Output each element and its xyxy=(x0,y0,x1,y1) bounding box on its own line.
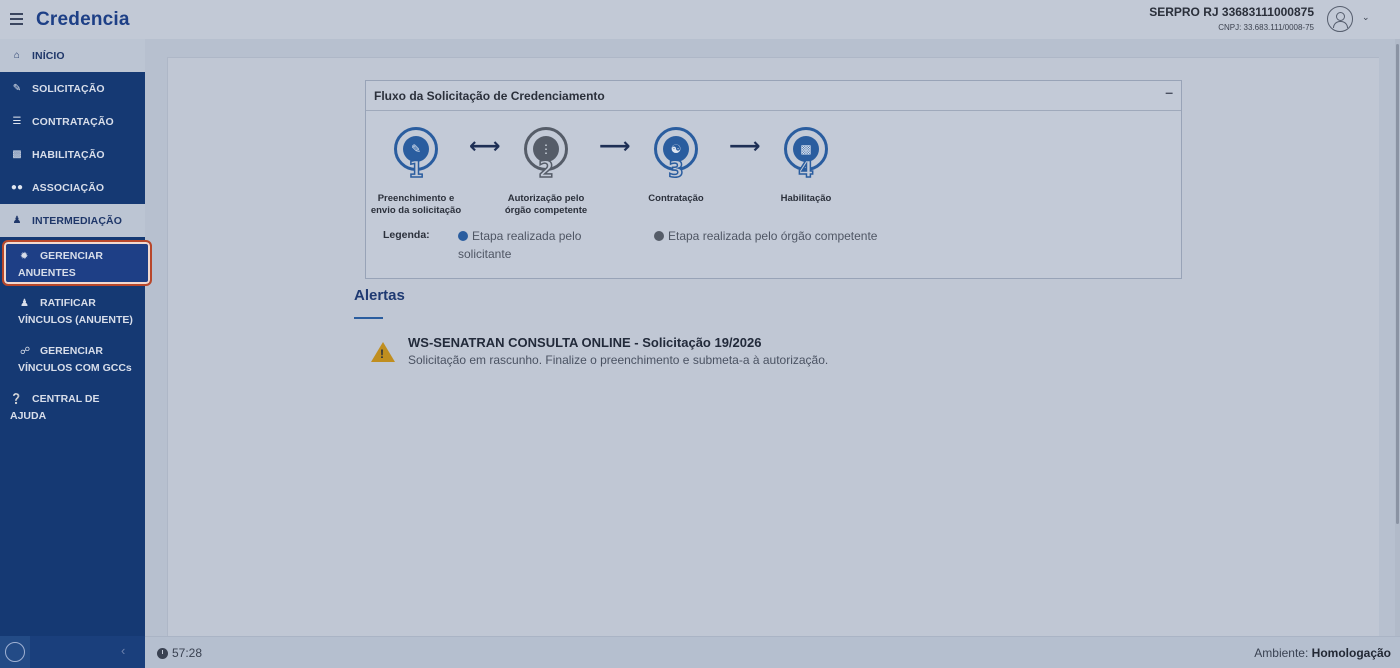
step-number: 1 xyxy=(408,157,425,184)
handshake-icon: ☰ xyxy=(12,116,22,127)
minimize-button[interactable]: – xyxy=(1165,84,1173,100)
step-number: 3 xyxy=(668,157,685,184)
cookie-icon xyxy=(5,642,25,662)
sidebar-item-habilitacao[interactable]: ▩ HABILITAÇÃO xyxy=(0,138,145,171)
flow-card-header: Fluxo da Solicitação de Credenciamento – xyxy=(366,81,1181,111)
users-icon: ●● xyxy=(10,182,24,193)
sidebar-subitem-gerenciar-anuentes[interactable]: ✹ GERENCIAR ANUENTES xyxy=(2,240,152,286)
step-label-line1: Preenchimento e xyxy=(377,193,455,204)
alert-title[interactable]: WS-SENATRAN CONSULTA ONLINE - Solicitaçã… xyxy=(408,335,761,350)
user-name: SERPRO RJ 33683111000875 xyxy=(1149,5,1314,19)
app-root: Credencia SERPRO RJ 33683111000875 CNPJ:… xyxy=(0,0,1400,668)
env-value: Homologação xyxy=(1311,646,1391,660)
flow-step-4: ▩ 4 Habilitação xyxy=(751,127,861,205)
footer: 57:28 Ambiente: Homologação xyxy=(145,636,1400,668)
sub-label-line2: VÍNCULOS COM GCCs xyxy=(18,362,132,374)
help-label-line1: CENTRAL DE xyxy=(32,393,100,405)
step-label-line1: Contratação xyxy=(648,193,704,204)
sidebar-item-label: CONTRATAÇÃO xyxy=(32,115,114,128)
env-label: Ambiente: xyxy=(1254,646,1309,660)
sidebar-item-inicio[interactable]: ⌂ INÍCIO xyxy=(0,39,145,72)
sidebar-item-label: ASSOCIAÇÃO xyxy=(32,181,105,194)
clock-icon xyxy=(157,647,168,659)
sidebar-item-associacao[interactable]: ●● ASSOCIAÇÃO xyxy=(0,171,145,204)
id-card-icon: ▩ xyxy=(12,149,22,160)
user-avatar-icon[interactable] xyxy=(1327,6,1353,32)
alerts-title: Alertas xyxy=(354,287,405,304)
sidebar-item-label: SOLICITAÇÃO xyxy=(32,82,105,95)
menu-icon[interactable] xyxy=(10,13,23,25)
legend-applicant-line1: Etapa realizada pelo xyxy=(472,229,582,243)
sidebar-item-contratacao[interactable]: ☰ CONTRATAÇÃO xyxy=(0,105,145,138)
step-label-line2: órgão competente xyxy=(504,205,588,216)
user-cnpj: CNPJ: 33.683.111/0008-75 xyxy=(1218,23,1314,32)
chevron-left-icon[interactable]: ‹ xyxy=(121,643,125,658)
alert-text: Solicitação em rascunho. Finalize o pree… xyxy=(408,353,829,367)
sidebar-item-solicitacao[interactable]: ✎ SOLICITAÇÃO xyxy=(0,72,145,105)
legend-applicant: Etapa realizada pelo solicitante xyxy=(458,227,581,263)
sidebar-item-label: HABILITAÇÃO xyxy=(32,148,105,161)
step-label-line1: Habilitação xyxy=(780,193,832,204)
link-icon: ☍ xyxy=(20,346,31,357)
alerts-underline xyxy=(354,317,383,319)
brand-logo[interactable]: Credencia xyxy=(36,9,130,31)
user-tie-icon: ♟ xyxy=(12,215,22,226)
legend-agency: Etapa realizada pelo órgão competente xyxy=(654,227,877,245)
flow-step-2: ⋮ 2 Autorização pelo órgão competente xyxy=(491,127,601,217)
legend-agency-text: Etapa realizada pelo órgão competente xyxy=(668,229,878,243)
sidebar-item-label: INTERMEDIAÇÃO xyxy=(32,214,122,227)
edit-icon: ✎ xyxy=(12,83,22,94)
sidebar-item-label: INÍCIO xyxy=(32,49,65,62)
timer-value: 57:28 xyxy=(172,646,203,660)
cog-globe-icon: ✹ xyxy=(20,251,29,262)
sidebar-subitem-ratificar-vinculos[interactable]: ♟ RATIFICAR VÍNCULOS (ANUENTE) xyxy=(4,295,145,328)
chevron-down-icon[interactable]: ⌄ xyxy=(1362,12,1370,23)
sub-label-line2: ANUENTES xyxy=(18,267,76,279)
legend-title: Legenda: xyxy=(383,229,430,241)
user-check-icon: ♟ xyxy=(20,298,29,309)
sidebar: ⌂ INÍCIO ✎ SOLICITAÇÃO ☰ CONTRATAÇÃO ▩ H… xyxy=(0,39,152,636)
sub-label-line1: GERENCIAR xyxy=(40,250,104,262)
legend-dot-blue xyxy=(458,231,468,241)
environment-label: Ambiente: Homologação xyxy=(1254,646,1391,660)
flow-step-3: ☯ 3 Contratação xyxy=(621,127,731,205)
step-label: Autorização pelo órgão competente xyxy=(491,193,601,217)
sub-label-line2: VÍNCULOS (ANUENTE) xyxy=(18,314,133,326)
legend-applicant-line2: solicitante xyxy=(458,247,512,261)
scrollbar-thumb[interactable] xyxy=(1396,44,1399,524)
step-label-line2: envio da solicitação xyxy=(370,205,462,216)
cookie-settings-button[interactable] xyxy=(0,636,30,668)
home-icon: ⌂ xyxy=(13,50,21,61)
sidebar-item-intermediacao[interactable]: ♟ INTERMEDIAÇÃO xyxy=(0,204,145,237)
session-timer: 57:28 xyxy=(157,646,202,660)
sidebar-item-central-ajuda[interactable]: ❔ CENTRAL DE AJUDA xyxy=(0,391,145,424)
warning-mark: ! xyxy=(380,347,384,361)
flow-title: Fluxo da Solicitação de Credenciamento xyxy=(374,89,605,103)
step-label-line1: Autorização pelo xyxy=(507,193,585,204)
sidebar-subitem-gerenciar-vinculos-gcc[interactable]: ☍ GERENCIAR VÍNCULOS COM GCCs xyxy=(4,343,145,376)
flow-step-1: ✎ 1 Preenchimento e envio da solicitação xyxy=(361,127,471,217)
step-label: Contratação xyxy=(621,193,731,205)
sub-label-line1: GERENCIAR xyxy=(40,345,104,357)
step-number: 4 xyxy=(798,157,815,184)
step-label: Habilitação xyxy=(751,193,861,205)
help-label-line2: AJUDA xyxy=(10,410,47,422)
step-label: Preenchimento e envio da solicitação xyxy=(361,193,471,217)
question-circle-icon: ❔ xyxy=(10,394,23,405)
step-number: 2 xyxy=(538,157,555,184)
sub-label-line1: RATIFICAR xyxy=(40,297,96,309)
top-header: Credencia SERPRO RJ 33683111000875 CNPJ:… xyxy=(0,0,1400,39)
legend-dot-gray xyxy=(654,231,664,241)
